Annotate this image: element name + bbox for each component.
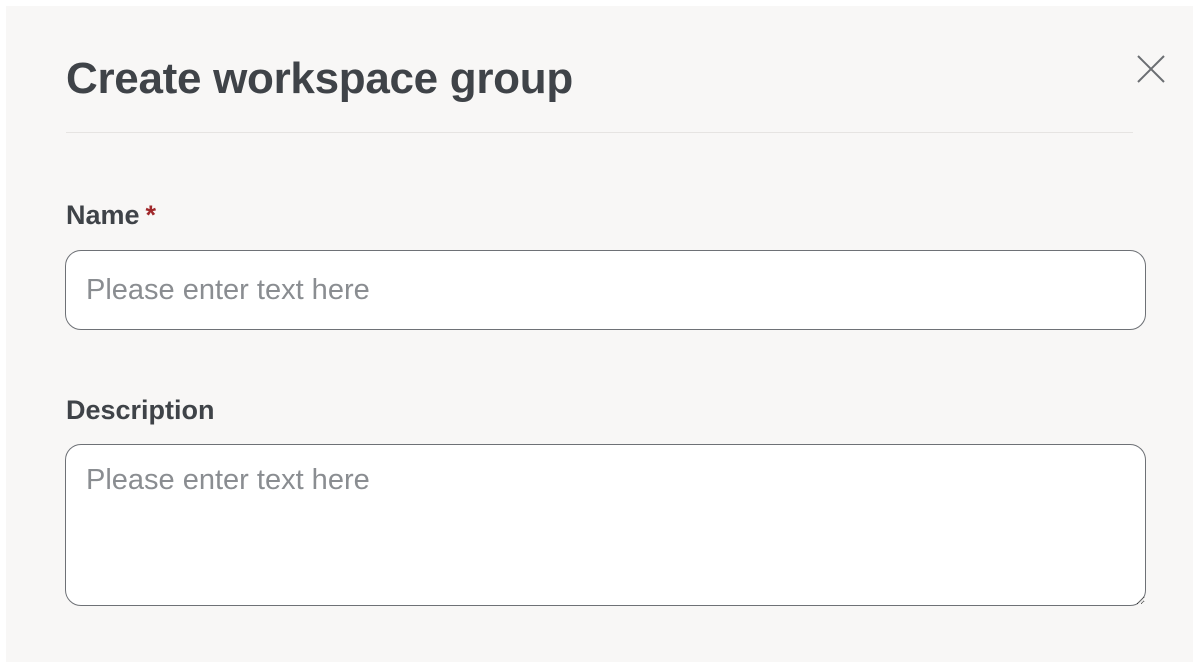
- required-marker: *: [145, 200, 157, 230]
- close-icon: [1137, 55, 1165, 83]
- dialog-title: Create workspace group: [66, 54, 573, 103]
- name-label-text: Name: [66, 200, 140, 230]
- description-textarea[interactable]: [65, 444, 1146, 606]
- dialog-header: Create workspace group: [66, 6, 1133, 133]
- close-button[interactable]: [1132, 50, 1170, 88]
- create-workspace-group-dialog: Create workspace group Name* Description: [6, 6, 1193, 662]
- name-input[interactable]: [65, 250, 1146, 330]
- name-label: Name *: [66, 200, 156, 231]
- description-label: Description: [66, 395, 215, 425]
